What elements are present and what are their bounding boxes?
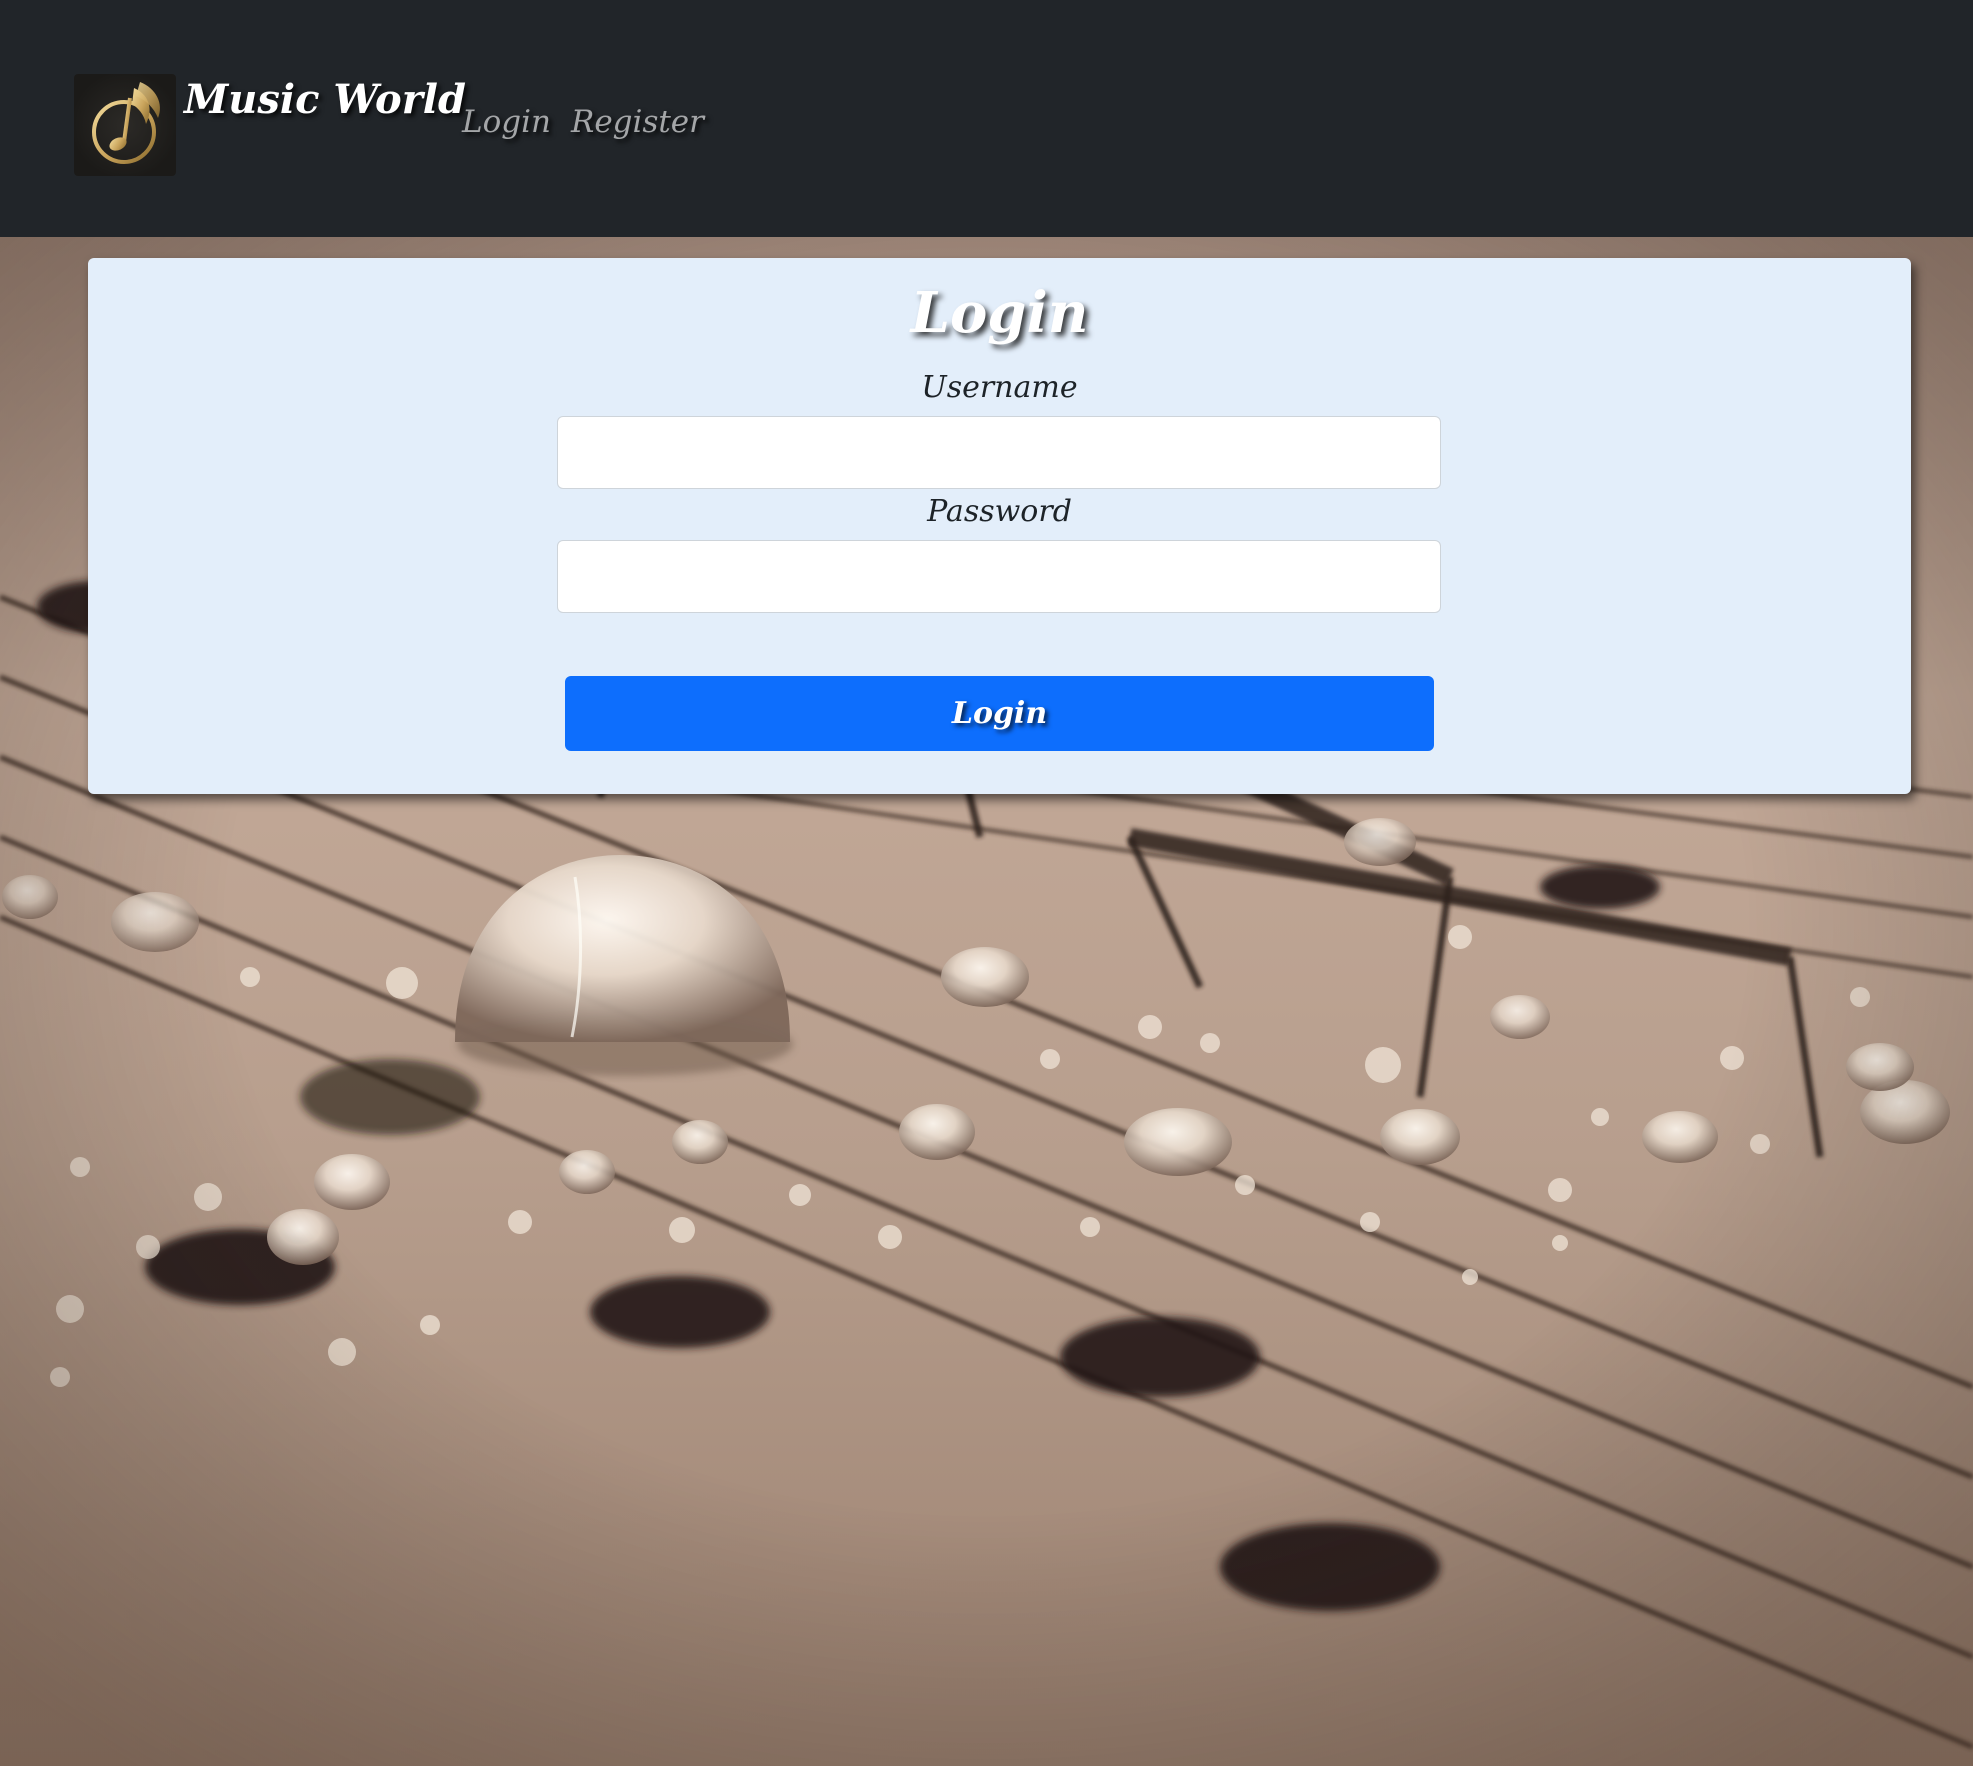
navbar: Music World Login Register: [0, 0, 1973, 237]
nav-link-register[interactable]: Register: [571, 104, 704, 140]
music-note-wing-icon[interactable]: [74, 74, 176, 176]
login-submit-button[interactable]: Login: [565, 676, 1434, 751]
login-card: Login Username Password Login: [88, 258, 1911, 794]
login-title: Login: [910, 280, 1089, 346]
username-input[interactable]: [557, 416, 1441, 489]
password-input[interactable]: [557, 540, 1441, 613]
password-label: Password: [927, 494, 1072, 529]
username-label: Username: [921, 370, 1078, 405]
brand-name[interactable]: Music World: [184, 76, 466, 123]
nav-link-login[interactable]: Login: [462, 104, 551, 140]
